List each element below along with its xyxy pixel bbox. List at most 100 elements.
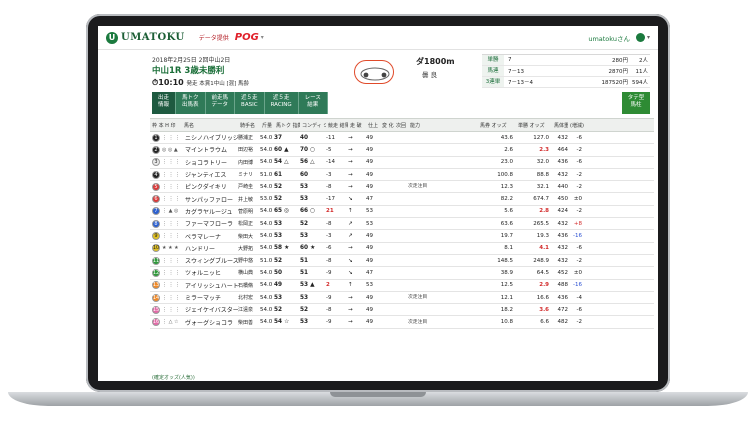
horse-name[interactable]: カグラヤルージュ [182,207,238,216]
bet-odds: 10.8 [500,319,513,326]
table-row[interactable]: 1 ⋮ ⋮ ⋮ ニシノハイブリッジ 勝浦正 54.0 37 40 -11 → 49 43.6 127.… [150,132,654,145]
jockey-name[interactable]: 田辺裕 [238,146,260,153]
prediction-marks[interactable]: ⋮ △ ☆ [162,319,179,325]
column-header[interactable]: 馬名 [182,122,238,129]
prediction-marks[interactable]: ⋮ ⋮ ⋮ [162,184,180,190]
horse-name[interactable]: ヴォーグショコラ [182,318,238,327]
jockey-name[interactable]: 江遠泉 [238,306,260,313]
table-row[interactable]: 11 ⋮ ⋮ ⋮ スウィングブルース 野中悠 51.0 52 51 -8 ↘ 49 148.5 248… [150,255,654,268]
table-row[interactable]: 13 ⋮ ⋮ ⋮ アイリッシュハート 石橋脩 54.0 49 53 ▲ 2 ↑ 53 12.5 2.9… [150,280,654,292]
umatoku-logo-icon[interactable]: U [106,31,118,44]
prediction-marks[interactable]: ⋮ ⋮ ⋮ [162,233,180,239]
table-row[interactable]: 9 ⋮ ⋮ ⋮ ベラマレーナ 柴田大 54.0 53 53 -3 ↗ 49 19.7 19.3 436-… [150,230,654,243]
jockey-name[interactable]: 戸崎圭 [238,183,260,190]
prediction-marks[interactable]: ⋮ ⋮ ⋮ [162,270,180,276]
jockey-name[interactable]: 柴田善 [238,319,260,326]
prediction-marks[interactable]: ⋮ ▲ ◎ [162,208,178,214]
tab-1[interactable]: 馬トク 出馬表 [176,92,206,114]
column-header[interactable]: 斤量 [260,122,274,129]
jockey-name[interactable]: 大野拓 [238,245,260,252]
prediction-marks[interactable]: ⋮ ⋮ ⋮ [162,135,180,141]
horse-name[interactable]: ミラーマッチ [182,293,238,302]
table-row[interactable]: 4 ⋮ ⋮ ⋮ ジャンティエス ミナリ 51.0 61 60 -3 → 49 100.8 88.8 43… [150,169,654,182]
prediction-marks[interactable]: ⋮ ⋮ ⋮ [162,258,180,264]
table-row[interactable]: 16 ⋮ △ ☆ ヴォーグショコラ 柴田善 54.0 54 ☆ 53 -9 → 49 次走注目 10.… [150,316,654,329]
data-provider-link[interactable]: データ提供 [199,33,229,42]
column-header[interactable]: コンディ ション指数 [300,122,326,129]
column-header[interactable]: 仕上 り [366,122,380,129]
horse-name[interactable]: ファーマフローラ [182,219,238,228]
horse-weight: 432 [557,245,569,252]
column-header[interactable]: 能力 [408,122,478,129]
tab-5[interactable]: レース 結果 [298,92,328,114]
column-header[interactable]: 次回 [394,122,408,129]
horse-name[interactable]: ジャンティエス [182,170,238,179]
column-header[interactable]: 馬体重 [552,122,568,129]
user-menu[interactable]: umatokuさん ▾ [588,33,650,43]
prediction-marks[interactable]: ⋮ ⋮ ⋮ [162,196,180,202]
user-avatar-icon[interactable] [635,33,645,42]
jockey-name[interactable]: 井上敏 [238,196,260,203]
column-header[interactable]: (増減) [568,122,584,129]
table-row[interactable]: 10 ★ ★ ★ ハンドリー 大野拓 54.0 58 ★ 60 ★ -6 → 49 8.1 4.1 43… [150,243,654,255]
horse-name[interactable]: ジェイケイバスター [182,305,238,314]
jockey-name[interactable]: 菅原明 [238,208,260,215]
table-row[interactable]: 6 ⋮ ⋮ ⋮ サンパッファロー 井上敏 53.0 52 53 -17 ↘ 47 82.2 674.7… [150,193,654,206]
horse-name[interactable]: ツォルニッヒ [182,268,238,277]
table-row[interactable]: 8 ⋮ ⋮ ⋮ ファーマフローラ 松岡正 54.0 53 52 -8 ↗ 53 63.6 265.5 4… [150,218,654,231]
prediction-marks[interactable]: ⋮ ⋮ ⋮ [162,172,180,178]
prediction-marks[interactable]: ⋮ ⋮ ⋮ [162,159,180,165]
prediction-marks[interactable]: ★ ★ ★ [162,245,179,251]
table-row[interactable]: 14 ⋮ ⋮ ⋮ ミラーマッチ 北村宏 54.0 53 53 -9 → 49 次走注目 12.1 16.… [150,292,654,305]
horse-name[interactable]: スウィングブルース [182,256,238,265]
table-row[interactable]: 12 ⋮ ⋮ ⋮ ツォルニッヒ 横山典 54.0 50 51 -9 ↘ 47 38.9 64.5 452… [150,267,654,280]
column-header[interactable]: 馬トク 指数 [274,122,300,129]
horse-name[interactable]: アイリッシュハート [182,281,238,290]
jockey-name[interactable]: 内田博 [238,159,260,166]
horse-name[interactable]: サンパッファロー [182,195,238,204]
tab-4[interactable]: 近５走 RACING [264,92,299,114]
column-header[interactable]: 枠 本 H 印 [150,122,182,129]
horse-name[interactable]: ニシノハイブリッジ [182,133,238,142]
table-row[interactable]: 7 ⋮ ▲ ◎ カグラヤルージュ 菅原明 54.0 65 ◎ 66 ○ 21 ↑ 53 5.6 2.8… [150,206,654,219]
tab-2[interactable]: 前走馬 データ [205,92,236,114]
jockey-name[interactable]: 石橋脩 [238,282,260,289]
user-name[interactable]: umatokuさん [588,33,630,43]
column-header[interactable]: 変 化 [380,122,394,129]
race-result: -9 [326,319,332,326]
horse-name[interactable]: ピンクダイキリ [182,182,238,191]
column-header[interactable]: 騎手名 [238,122,260,129]
jockey-name[interactable]: 北村宏 [238,294,260,301]
column-header[interactable]: 走 破 [348,122,366,129]
jockey-name[interactable]: ミナリ [238,171,260,178]
table-row[interactable]: 5 ⋮ ⋮ ⋮ ピンクダイキリ 戸崎圭 54.0 52 53 -8 → 49 次走注目 12.3 32.… [150,181,654,194]
horse-name[interactable]: ハンドリー [182,244,238,253]
jockey-name[interactable]: 横山典 [238,269,260,276]
column-header[interactable]: 馬券 オッズ [478,122,516,129]
column-header[interactable]: 競走 結果 [326,122,348,129]
jockey-name[interactable]: 松岡正 [238,220,260,227]
user-chevron-down-icon[interactable]: ▾ [647,34,650,41]
pog-menu[interactable]: POG [235,32,259,43]
table-row[interactable]: 3 ⋮ ⋮ ⋮ ショコラトリー 内田博 54.0 54 △ 56 △ -14 → 49 23.0 32… [150,157,654,169]
prediction-marks[interactable]: ⋮ ⋮ ⋮ [162,295,180,301]
tab-vertical-layout[interactable]: タテ型 馬柱 [622,92,650,114]
prediction-marks[interactable]: ◎ ◎ ▲ [162,147,178,153]
prediction-marks[interactable]: ⋮ ⋮ ⋮ [162,307,180,313]
table-row[interactable]: 2 ◎ ◎ ▲ マイントラウム 田辺裕 54.0 60 ▲ 70 ○ -5 → 49 2.6 2.3 4… [150,144,654,157]
jockey-name[interactable]: 柴田大 [238,233,260,240]
jockey-name[interactable]: 勝浦正 [238,134,260,141]
horse-name[interactable]: ショコラトリー [182,158,238,167]
prediction-marks[interactable]: ⋮ ⋮ ⋮ [162,221,180,227]
table-row[interactable]: 15 ⋮ ⋮ ⋮ ジェイケイバスター 江遠泉 54.0 52 52 -8 → 49 18.2 3.6 4… [150,304,654,317]
umatoku-logo-text[interactable]: UMATOKU [121,32,185,43]
tab-0[interactable]: 出走 情報 [152,92,177,114]
horse-name[interactable]: マイントラウム [182,145,238,154]
horse-name[interactable]: ベラマレーナ [182,232,238,241]
course-map-icon[interactable] [354,60,394,84]
tab-3[interactable]: 近５走 BASIC [235,92,265,114]
column-header[interactable]: 単勝 オッズ [516,122,552,129]
jockey-name[interactable]: 野中悠 [238,257,260,264]
pog-chevron-down-icon[interactable]: ▾ [261,34,264,41]
prediction-marks[interactable]: ⋮ ⋮ ⋮ [162,282,180,288]
